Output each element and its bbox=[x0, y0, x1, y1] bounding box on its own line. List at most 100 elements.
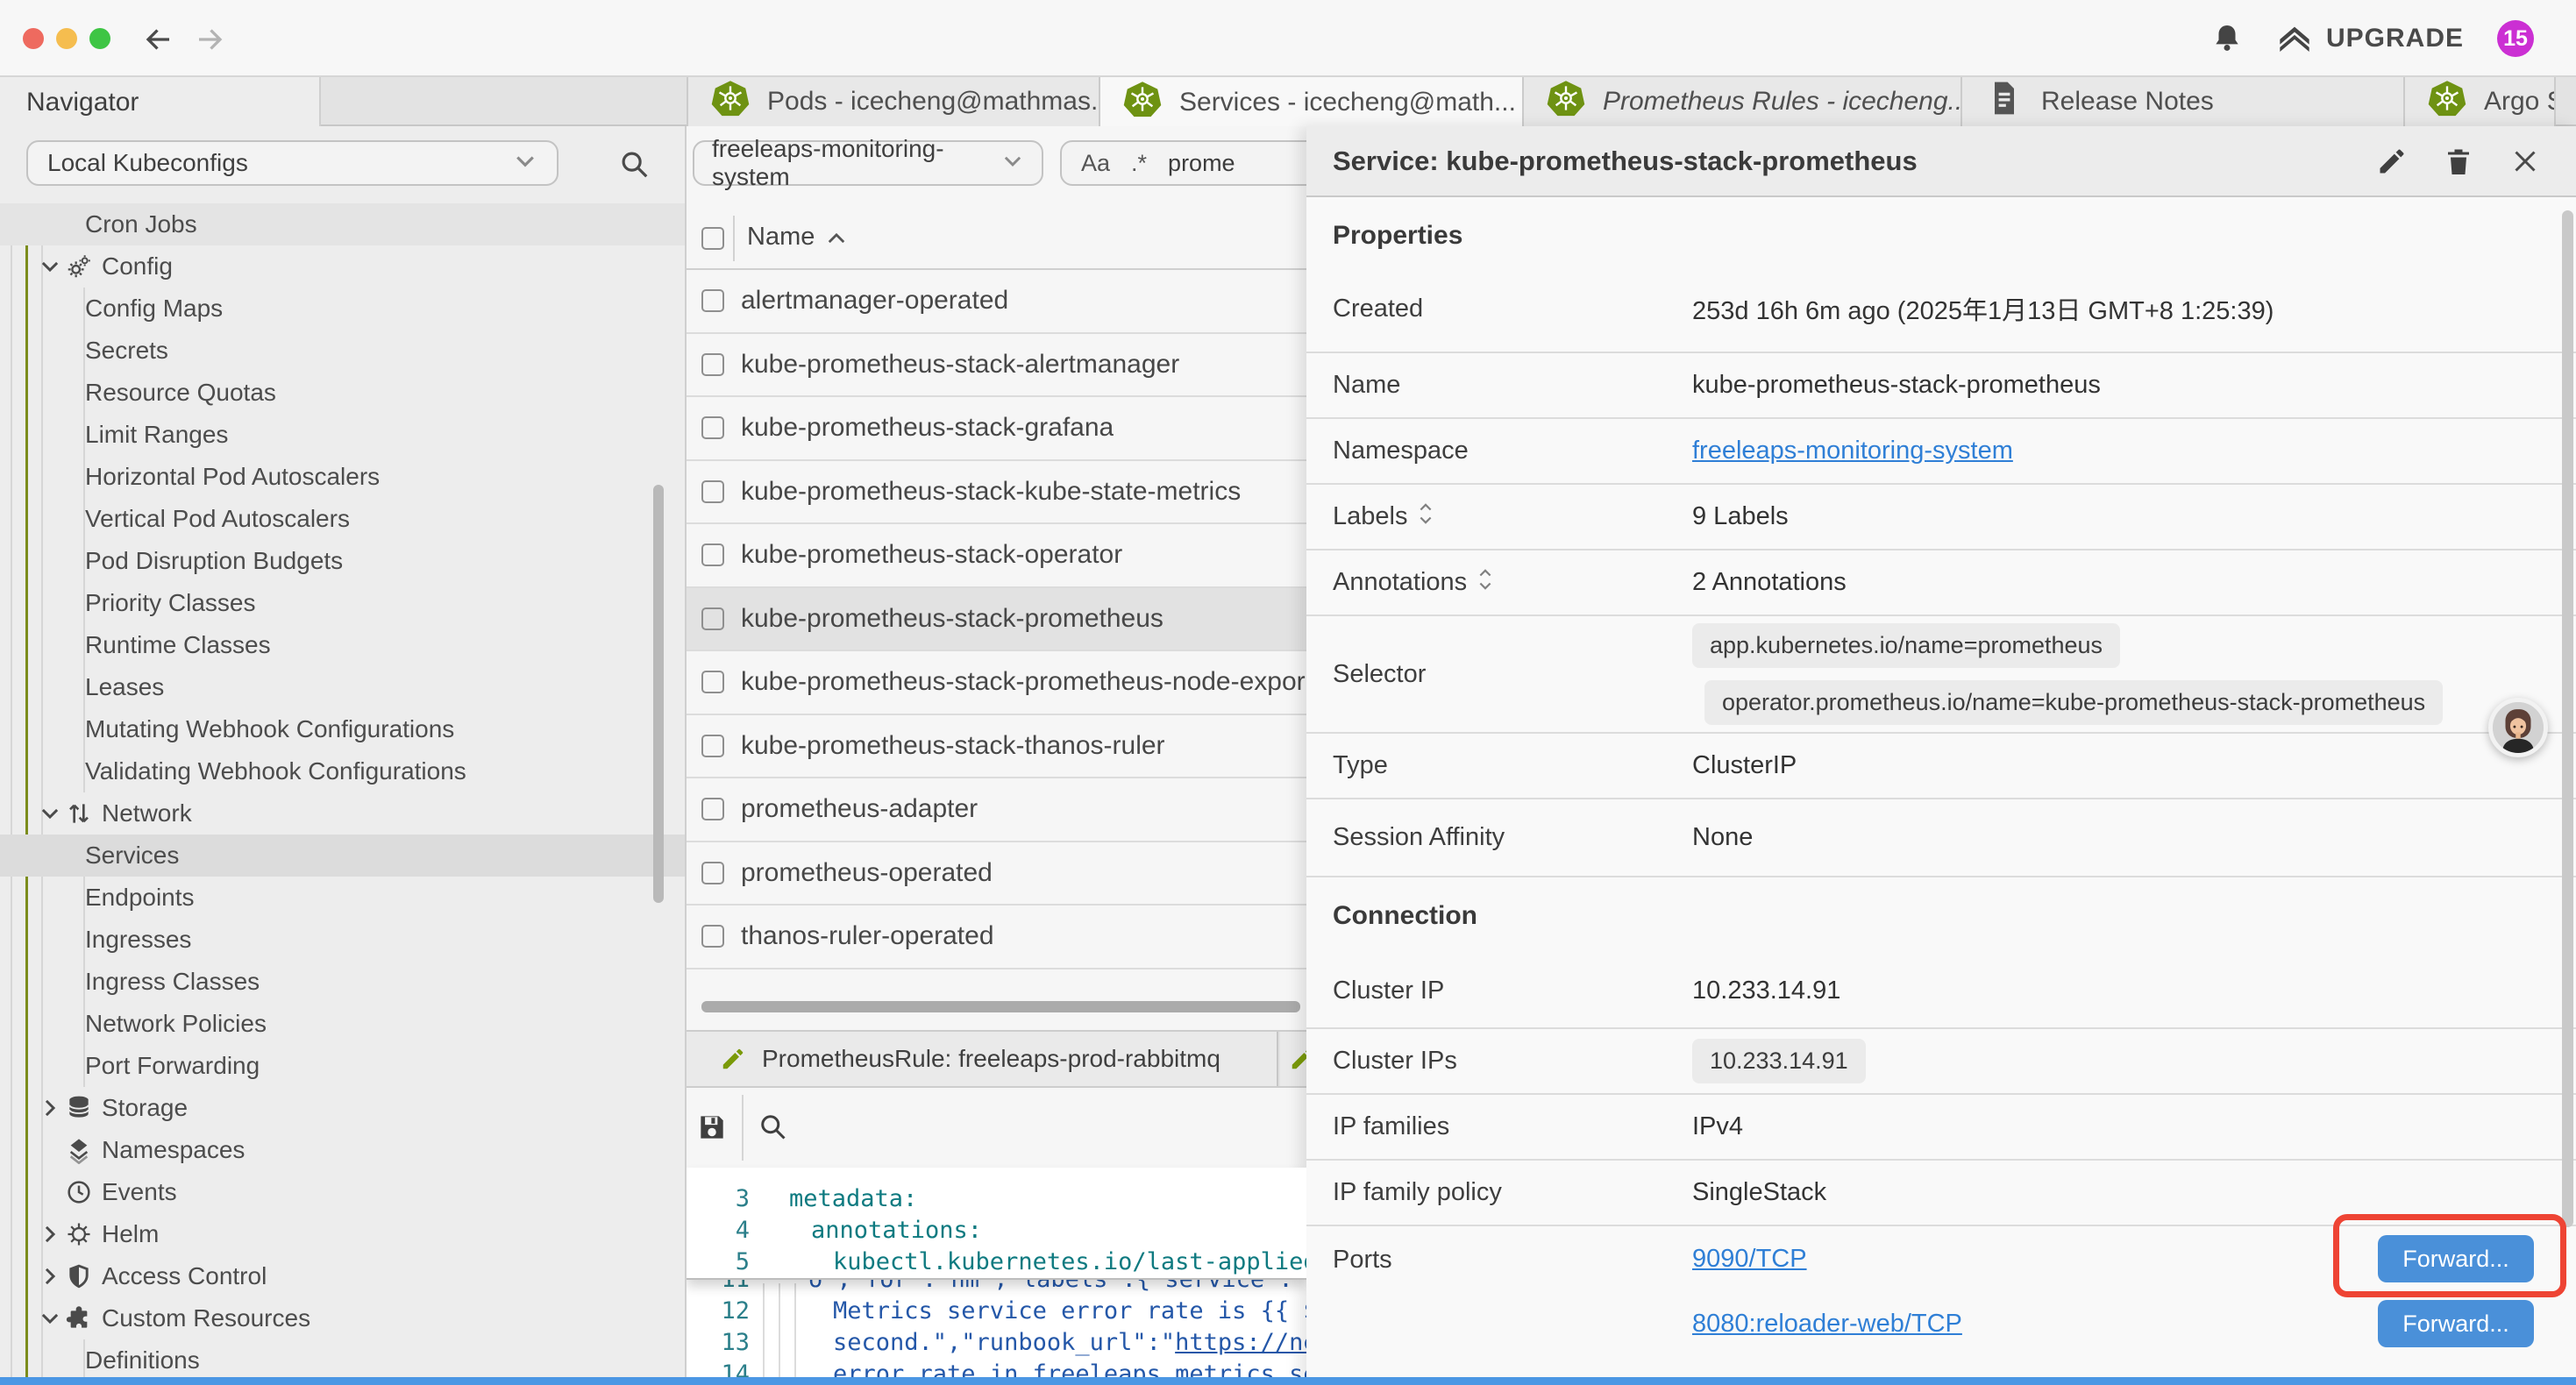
tab-release-notes[interactable]: Release Notes bbox=[1962, 77, 2405, 126]
code-link[interactable]: https://net bbox=[1175, 1329, 1306, 1356]
sidebar-item-secrets[interactable]: Secrets bbox=[0, 330, 687, 372]
tab-services-icecheng-math[interactable]: Services - icecheng@math... bbox=[1100, 77, 1524, 128]
sort-ascending-icon[interactable] bbox=[827, 231, 846, 245]
name-column-header[interactable]: Name bbox=[747, 223, 815, 252]
tab-argo-se[interactable]: Argo Se bbox=[2405, 77, 2556, 126]
close-window-light[interactable] bbox=[23, 28, 44, 49]
horizontal-scrollbar[interactable] bbox=[701, 1001, 1300, 1012]
row-checkbox[interactable] bbox=[701, 671, 724, 693]
maximize-window-light[interactable] bbox=[89, 28, 110, 49]
chevron-down-icon[interactable] bbox=[39, 802, 61, 825]
table-row-kube-prometheus-stack-prometheus-node-expor[interactable]: kube-prometheus-stack-prometheus-node-ex… bbox=[687, 651, 1306, 715]
table-row-prometheus-operated[interactable]: prometheus-operated bbox=[687, 842, 1306, 906]
row-checkbox[interactable] bbox=[701, 480, 724, 503]
edit-pencil-icon[interactable] bbox=[2376, 146, 2408, 177]
minimize-window-light[interactable] bbox=[56, 28, 77, 49]
sidebar-item-ingress-classes[interactable]: Ingress Classes bbox=[0, 961, 687, 1003]
table-row-kube-prometheus-stack-alertmanager[interactable]: kube-prometheus-stack-alertmanager bbox=[687, 334, 1306, 398]
sidebar-item-config-maps[interactable]: Config Maps bbox=[0, 288, 687, 330]
chevron-right-icon[interactable] bbox=[39, 1265, 61, 1288]
sidebar-item-access-control[interactable]: Access Control bbox=[0, 1255, 687, 1297]
sidebar-item-validating-webhook-configurations[interactable]: Validating Webhook Configurations bbox=[0, 750, 687, 792]
chevron-down-icon[interactable] bbox=[39, 1307, 61, 1330]
table-row-kube-prometheus-stack-operator[interactable]: kube-prometheus-stack-operator bbox=[687, 524, 1306, 588]
row-checkbox[interactable] bbox=[701, 925, 724, 948]
namespace-selector[interactable]: freeleaps-monitoring-system bbox=[693, 140, 1043, 186]
sidebar-item-custom-resources[interactable]: Custom Resources bbox=[0, 1297, 687, 1339]
row-checkbox[interactable] bbox=[701, 607, 724, 630]
trash-icon[interactable] bbox=[2443, 146, 2474, 177]
table-row-alertmanager-operated[interactable]: alertmanager-operated bbox=[687, 270, 1306, 334]
forward-icon[interactable] bbox=[194, 24, 225, 55]
back-icon[interactable] bbox=[143, 24, 174, 55]
sidebar-item-network[interactable]: Network bbox=[0, 792, 687, 835]
forward-button[interactable]: Forward... bbox=[2378, 1300, 2534, 1347]
bell-icon[interactable] bbox=[2210, 22, 2244, 55]
chevron-down-icon[interactable] bbox=[39, 255, 61, 278]
table-row-thanos-ruler-operated[interactable]: thanos-ruler-operated bbox=[687, 906, 1306, 970]
upgrade-button[interactable]: UPGRADE bbox=[2277, 21, 2464, 56]
sidebar-item-config[interactable]: Config bbox=[0, 245, 687, 288]
close-icon[interactable] bbox=[2509, 146, 2541, 177]
sidebar-item-horizontal-pod-autoscalers[interactable]: Horizontal Pod Autoscalers bbox=[0, 456, 687, 498]
row-checkbox[interactable] bbox=[701, 543, 724, 566]
sidebar-item-pod-disruption-budgets[interactable]: Pod Disruption Budgets bbox=[0, 540, 687, 582]
row-checkbox[interactable] bbox=[701, 416, 724, 439]
navigator-panel-tab[interactable]: Navigator bbox=[0, 77, 321, 128]
filter-input[interactable]: Aa .* prome bbox=[1060, 140, 1306, 186]
sidebar-item-endpoints[interactable]: Endpoints bbox=[0, 877, 687, 919]
avatar[interactable] bbox=[2488, 698, 2548, 757]
tab-prometheus-rules-icecheng[interactable]: Prometheus Rules - icecheng... bbox=[1524, 77, 1962, 126]
sidebar-item-resource-quotas[interactable]: Resource Quotas bbox=[0, 372, 687, 414]
sort-updown-icon[interactable] bbox=[1477, 566, 1493, 600]
table-row-prometheus-adapter[interactable]: prometheus-adapter bbox=[687, 778, 1306, 842]
regex-toggle[interactable]: .* bbox=[1131, 150, 1147, 177]
namespace-link[interactable]: freeleaps-monitoring-system bbox=[1692, 437, 2013, 465]
port-link[interactable]: 8080:reloader-web/TCP bbox=[1692, 1310, 1962, 1339]
sidebar-item-storage[interactable]: Storage bbox=[0, 1087, 687, 1129]
row-checkbox[interactable] bbox=[701, 862, 724, 884]
sidebar-item-port-forwarding[interactable]: Port Forwarding bbox=[0, 1045, 687, 1087]
notification-count-badge[interactable]: 15 bbox=[2497, 20, 2534, 57]
sidebar-item-network-policies[interactable]: Network Policies bbox=[0, 1003, 687, 1045]
sidebar-item-label: Custom Resources bbox=[102, 1304, 310, 1332]
chevron-right-icon[interactable] bbox=[39, 1223, 61, 1246]
select-all-checkbox[interactable] bbox=[701, 227, 724, 250]
filter-query[interactable]: prome bbox=[1168, 150, 1235, 177]
sidebar-item-runtime-classes[interactable]: Runtime Classes bbox=[0, 624, 687, 666]
table-row-kube-prometheus-stack-kube-state-metrics[interactable]: kube-prometheus-stack-kube-state-metrics bbox=[687, 461, 1306, 525]
yaml-editor[interactable]: 3metadata:4annotations:5kubectl.kubernet… bbox=[687, 1168, 1306, 1385]
detail-scrollbar[interactable] bbox=[2562, 210, 2573, 1227]
sidebar-item-priority-classes[interactable]: Priority Classes bbox=[0, 582, 687, 624]
sidebar-scrollbar[interactable] bbox=[653, 485, 664, 903]
sidebar-item-events[interactable]: Events bbox=[0, 1171, 687, 1213]
tab-pods-icecheng-mathmas[interactable]: Pods - icecheng@mathmas... bbox=[687, 77, 1100, 126]
port-link[interactable]: 9090/TCP bbox=[1692, 1245, 1807, 1274]
table-row-kube-prometheus-stack-prometheus[interactable]: kube-prometheus-stack-prometheus bbox=[687, 588, 1306, 652]
kubeconfig-selector[interactable]: Local Kubeconfigs bbox=[26, 140, 559, 186]
row-checkbox[interactable] bbox=[701, 289, 724, 312]
sidebar-item-cron-jobs[interactable]: Cron Jobs bbox=[0, 203, 687, 245]
chevron-right-icon[interactable] bbox=[39, 1097, 61, 1119]
editor-tab-partial[interactable] bbox=[1280, 1032, 1306, 1086]
search-icon[interactable] bbox=[617, 147, 651, 181]
table-row-kube-prometheus-stack-grafana[interactable]: kube-prometheus-stack-grafana bbox=[687, 397, 1306, 461]
sidebar-item-services[interactable]: Services bbox=[0, 835, 687, 877]
sidebar-item-namespaces[interactable]: Namespaces bbox=[0, 1129, 687, 1171]
editor-search-icon[interactable] bbox=[757, 1111, 790, 1144]
table-row-kube-prometheus-stack-thanos-ruler[interactable]: kube-prometheus-stack-thanos-ruler bbox=[687, 715, 1306, 779]
sidebar-item-definitions[interactable]: Definitions bbox=[0, 1339, 687, 1381]
sidebar-item-vertical-pod-autoscalers[interactable]: Vertical Pod Autoscalers bbox=[0, 498, 687, 540]
sidebar-item-limit-ranges[interactable]: Limit Ranges bbox=[0, 414, 687, 456]
match-case-toggle[interactable]: Aa bbox=[1081, 150, 1110, 177]
sidebar-item-leases[interactable]: Leases bbox=[0, 666, 687, 708]
row-checkbox[interactable] bbox=[701, 735, 724, 757]
row-checkbox[interactable] bbox=[701, 798, 724, 820]
save-icon[interactable] bbox=[695, 1111, 729, 1144]
sidebar-item-mutating-webhook-configurations[interactable]: Mutating Webhook Configurations bbox=[0, 708, 687, 750]
editor-tab-prometheusrule[interactable]: PrometheusRule: freeleaps-prod-rabbitmq bbox=[687, 1032, 1278, 1086]
sort-updown-icon[interactable] bbox=[1418, 501, 1434, 534]
sidebar-item-helm[interactable]: Helm bbox=[0, 1213, 687, 1255]
sidebar-item-ingresses[interactable]: Ingresses bbox=[0, 919, 687, 961]
row-checkbox[interactable] bbox=[701, 353, 724, 376]
